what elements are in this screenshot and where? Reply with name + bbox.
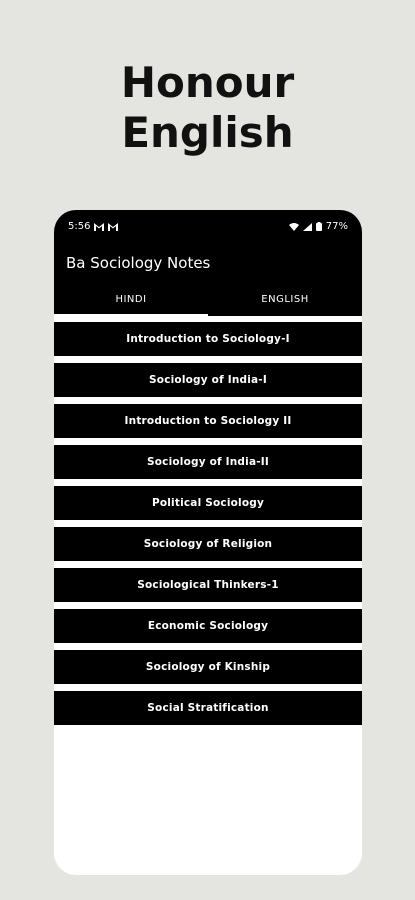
list-item-sociology-of-india-2[interactable]: Sociology of India-II [54, 445, 362, 479]
promo-title: Honour English [0, 58, 415, 158]
tab-hindi[interactable]: HINDI [54, 283, 208, 316]
status-left: 5:56 [68, 221, 119, 232]
list-item-sociology-of-india-1[interactable]: Sociology of India-I [54, 363, 362, 397]
list-item-label: Sociological Thinkers-1 [137, 579, 279, 591]
battery-percent: 77% [325, 221, 348, 232]
wifi-icon [288, 222, 299, 231]
app-title: Ba Sociology Notes [66, 254, 211, 272]
gmail-icon [94, 222, 105, 231]
tab-english-label: ENGLISH [261, 294, 309, 305]
list-item-label: Sociology of Kinship [145, 661, 271, 673]
list-item-label: Introduction to Sociology II [124, 415, 292, 427]
list-item-sociology-of-kinship[interactable]: Sociology of Kinship [54, 650, 362, 684]
list-item-economic-sociology[interactable]: Economic Sociology [54, 609, 362, 643]
status-right: 77% [288, 221, 348, 232]
list-item-political-sociology[interactable]: Political Sociology [54, 486, 362, 520]
list-item-introduction-to-sociology-1[interactable]: Introduction to Sociology-I [54, 322, 362, 356]
list-item-label: Sociology of Religion [143, 538, 273, 550]
list-item-sociology-of-religion[interactable]: Sociology of Religion [54, 527, 362, 561]
tab-bar: HINDI ENGLISH [54, 283, 362, 316]
phone-screen: 5:56 77% Ba Sociology Notes HINDI ENGLIS… [54, 210, 362, 875]
tab-english[interactable]: ENGLISH [208, 283, 362, 316]
list-item-label: Social Stratification [147, 702, 269, 714]
gmail-icon [108, 222, 119, 231]
status-time: 5:56 [68, 221, 91, 232]
signal-icon [302, 222, 312, 231]
list-item-social-stratification[interactable]: Social Stratification [54, 691, 362, 725]
notes-list: Introduction to Sociology-I Sociology of… [54, 316, 362, 725]
list-item-label: Sociology of India-I [149, 374, 267, 386]
app-bar: Ba Sociology Notes [54, 243, 362, 283]
list-item-label: Sociology of India-II [146, 456, 270, 468]
tab-hindi-label: HINDI [115, 294, 147, 305]
status-bar: 5:56 77% [54, 210, 362, 243]
list-item-label: Political Sociology [151, 497, 265, 509]
promo-title-line2: English [121, 108, 294, 157]
list-item-sociological-thinkers-1[interactable]: Sociological Thinkers-1 [54, 568, 362, 602]
battery-icon [315, 222, 322, 231]
list-item-label: Introduction to Sociology-I [126, 333, 290, 345]
list-item-introduction-to-sociology-2[interactable]: Introduction to Sociology II [54, 404, 362, 438]
list-item-label: Economic Sociology [147, 620, 269, 632]
promo-title-line1: Honour [120, 58, 295, 107]
